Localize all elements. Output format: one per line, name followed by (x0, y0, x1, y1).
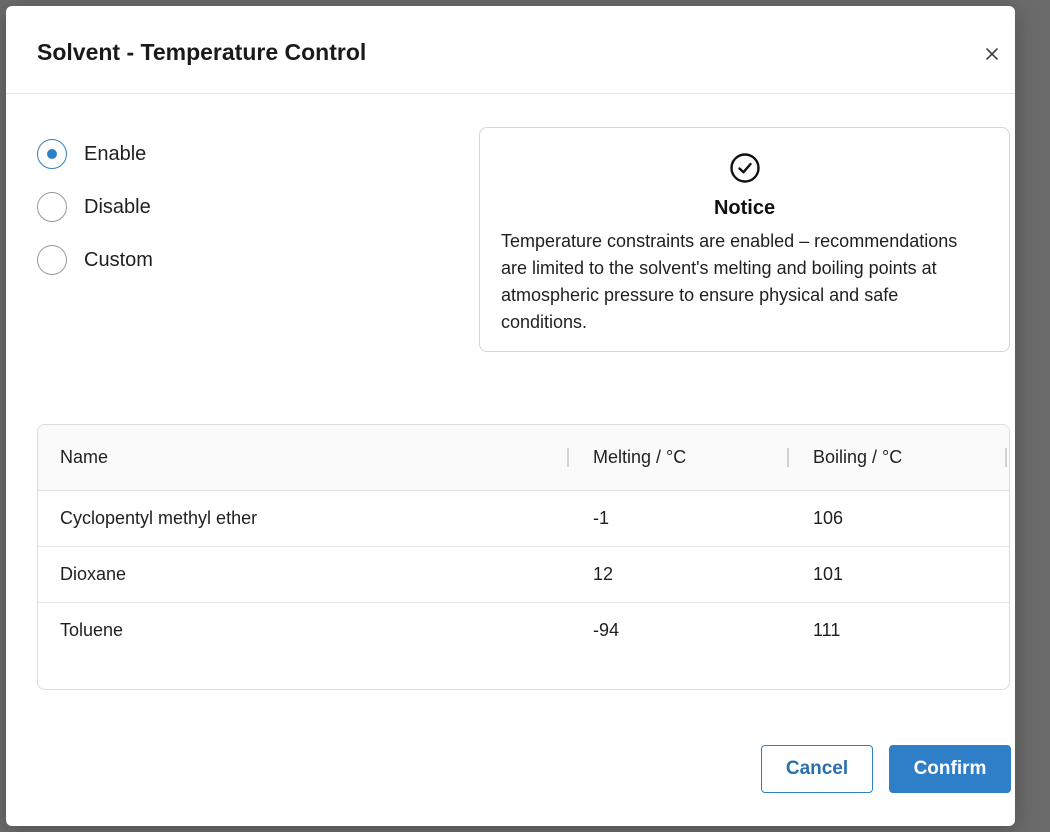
radio-custom-circle[interactable] (37, 245, 67, 275)
column-header-boiling[interactable]: Boiling / °C (813, 425, 902, 490)
radio-disable-label: Disable (84, 195, 151, 218)
radio-enable[interactable]: Enable (37, 138, 153, 170)
confirm-button[interactable]: Confirm (889, 745, 1011, 793)
radio-disable-circle[interactable] (37, 192, 67, 222)
notice-panel: Notice Temperature constraints are enabl… (479, 127, 1010, 352)
cell-boiling: 106 (813, 508, 844, 528)
dialog-title: Solvent - Temperature Control (37, 39, 367, 65)
notice-body: Temperature constraints are enabled – re… (501, 231, 958, 332)
table-row[interactable]: Dioxane 12 101 (38, 547, 1009, 603)
column-resize-handle[interactable] (787, 448, 789, 467)
close-button[interactable] (980, 42, 1004, 66)
column-header-melting[interactable]: Melting / °C (593, 425, 686, 490)
table-row[interactable]: Cyclopentyl methyl ether -1 106 (38, 491, 1009, 547)
radio-disable[interactable]: Disable (37, 191, 153, 223)
check-circle-icon (730, 153, 760, 183)
temperature-control-dialog: Solvent - Temperature Control Enable Dis… (6, 6, 1015, 826)
cell-name: Toluene (60, 620, 124, 640)
cell-name: Dioxane (60, 564, 127, 584)
cell-boiling: 111 (813, 620, 841, 640)
solvent-table: Name Melting / °C Boiling / °C Cyclopent… (37, 424, 1010, 690)
cancel-button[interactable]: Cancel (761, 745, 873, 793)
mode-radio-group: Enable Disable Custom (37, 138, 153, 297)
cell-boiling: 101 (813, 564, 844, 584)
cell-melting: -1 (593, 508, 610, 528)
close-icon (986, 48, 998, 60)
radio-enable-circle[interactable] (37, 139, 67, 169)
column-header-name[interactable]: Name (60, 425, 108, 490)
dialog-header: Solvent - Temperature Control (6, 6, 1015, 94)
cell-melting: -94 (593, 620, 620, 640)
radio-enable-label: Enable (84, 142, 147, 165)
table-row[interactable]: Toluene -94 111 (38, 603, 1009, 658)
notice-title: Notice (713, 197, 776, 219)
table-header: Name Melting / °C Boiling / °C (38, 425, 1009, 491)
radio-custom[interactable]: Custom (37, 244, 153, 276)
column-resize-handle[interactable] (567, 448, 569, 467)
cell-name: Cyclopentyl methyl ether (60, 508, 258, 528)
cell-melting: 12 (593, 564, 614, 584)
column-resize-handle[interactable] (1005, 448, 1007, 467)
radio-custom-label: Custom (84, 248, 153, 271)
